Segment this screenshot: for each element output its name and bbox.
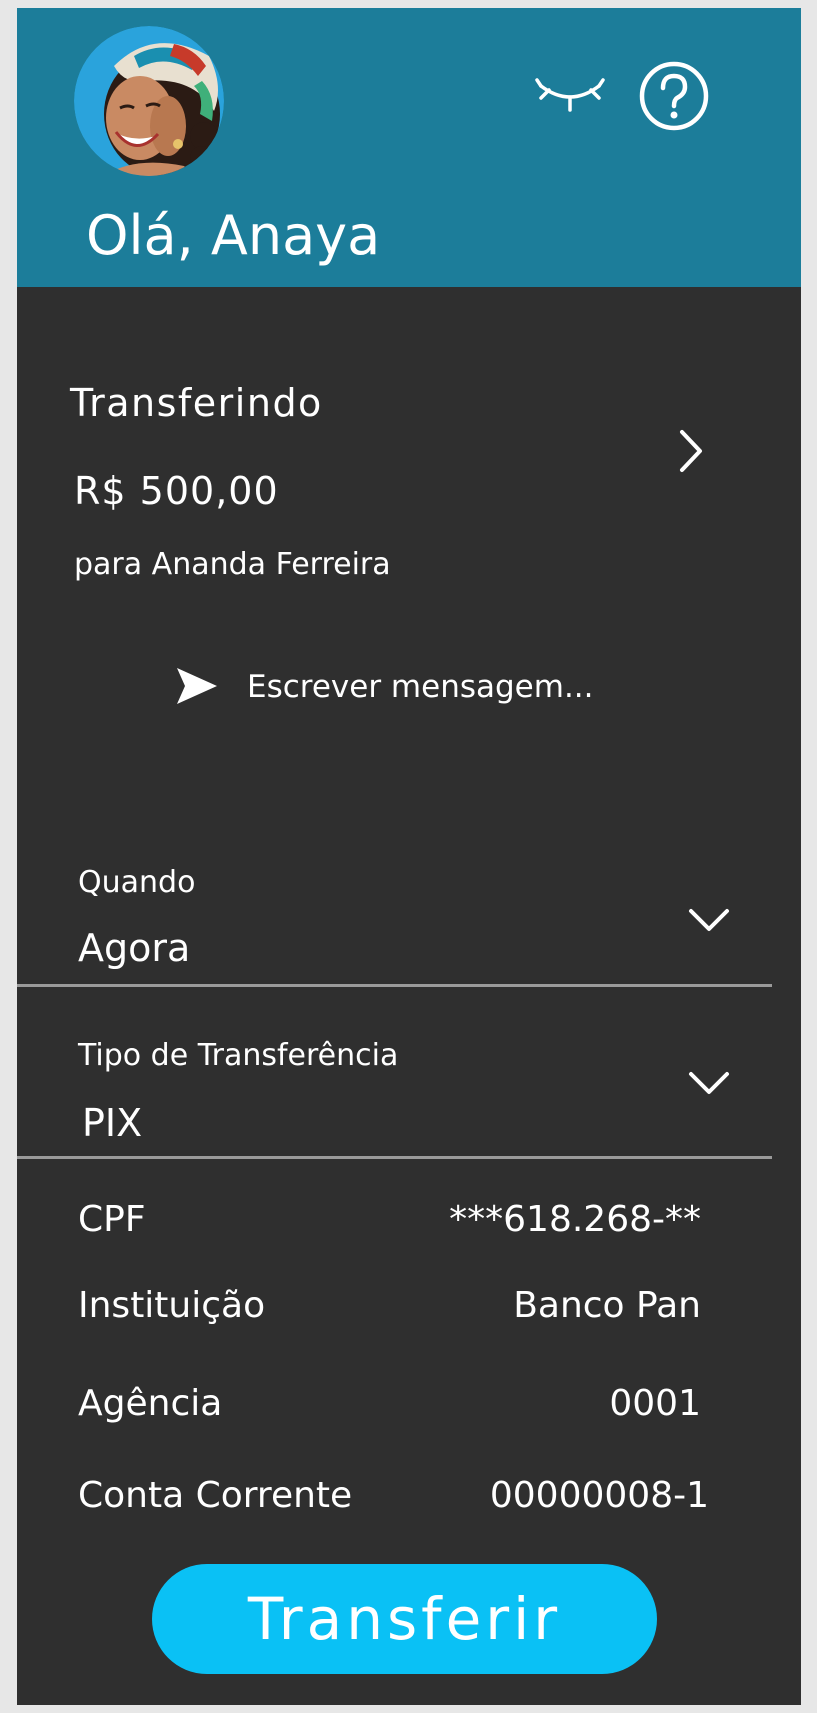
cpf-label: CPF [78,1199,146,1240]
divider [17,984,772,987]
hide-balance-button[interactable] [535,68,605,118]
account-label: Conta Corrente [78,1475,353,1516]
when-value: Agora [78,926,191,970]
transfer-recipient: para Ananda Ferreira [74,547,391,582]
question-circle-icon [639,61,709,131]
when-select[interactable]: Quando Agora [17,853,772,991]
header: Olá, Anaya [17,8,801,287]
chevron-right-icon [680,430,702,472]
avatar[interactable] [74,26,224,176]
transfer-type-select[interactable]: Tipo de Transferência PIX [17,1028,772,1168]
help-button[interactable] [638,60,710,132]
when-label: Quando [78,865,196,900]
divider [17,1156,772,1159]
account-value: 00000008-1 [489,1475,709,1516]
transfer-summary-title: Transferindo [70,381,323,425]
message-input[interactable]: Escrever mensagem... [167,660,617,716]
transfer-type-label: Tipo de Transferência [78,1038,399,1073]
institution-label: Instituição [78,1285,266,1326]
transfer-amount: R$ 500,00 [74,469,279,513]
agency-value: 0001 [609,1383,701,1424]
app-screen: Olá, Anaya Transferindo R$ 500,00 para A… [17,8,801,1705]
chevron-down-icon [689,909,729,931]
transfer-details-button[interactable] [672,426,712,476]
transfer-button[interactable]: Transferir [152,1564,657,1674]
message-placeholder: Escrever mensagem... [247,669,594,705]
chevron-down-icon [689,1072,729,1094]
transfer-type-value: PIX [82,1101,143,1145]
greeting-title: Olá, Anaya [86,204,381,267]
send-icon [177,668,217,704]
avatar-image [74,26,224,176]
eye-closed-icon [535,78,605,112]
agency-label: Agência [78,1383,223,1424]
institution-value: Banco Pan [513,1285,701,1326]
cpf-value: ***618.268-** [449,1199,701,1240]
